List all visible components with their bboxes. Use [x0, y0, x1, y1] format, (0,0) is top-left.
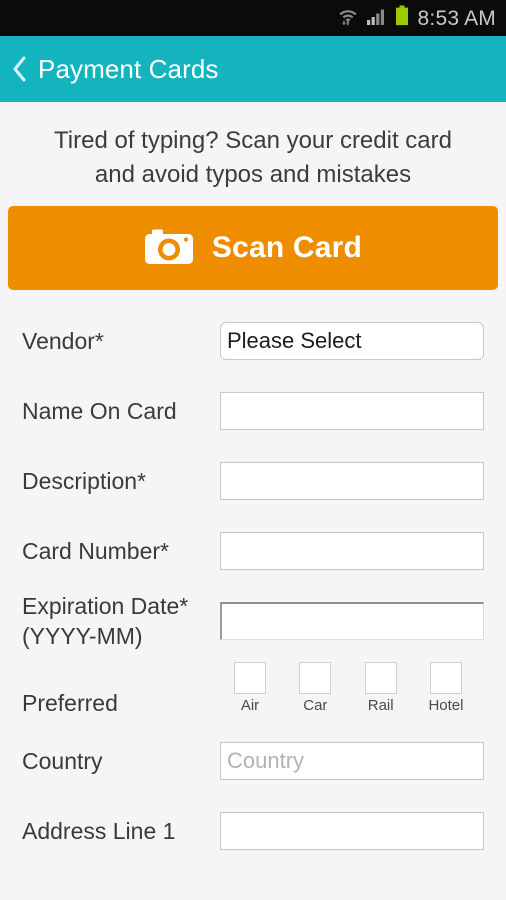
- status-bar: 8:53 AM: [0, 0, 506, 36]
- label-card-number-text: Card Number: [22, 538, 161, 564]
- label-description-text: Description: [22, 468, 138, 494]
- form-row-card-number: Card Number*: [8, 516, 498, 586]
- promo-line-2: and avoid typos and mistakes: [94, 161, 412, 188]
- label-preferred: Preferred: [22, 690, 118, 716]
- wifi-icon: [337, 5, 359, 32]
- scan-card-button[interactable]: Scan Card: [8, 206, 498, 290]
- country-input[interactable]: [220, 742, 484, 780]
- form-row-description: Description*: [8, 446, 498, 516]
- expiration-date-input[interactable]: [220, 602, 484, 640]
- checkbox-car[interactable]: [299, 662, 332, 694]
- preferred-option-hotel[interactable]: Hotel: [416, 662, 476, 714]
- name-on-card-input[interactable]: [220, 392, 484, 430]
- form-row-expiration-date: Expiration Date* (YYYY-MM): [8, 586, 498, 656]
- label-description: Description*: [22, 466, 220, 496]
- control-vendor: Please Select: [220, 322, 484, 360]
- label-vendor-text: Vendor: [22, 328, 95, 354]
- label-address-line-1: Address Line 1: [22, 818, 176, 844]
- checkbox-hotel-label: Hotel: [428, 697, 464, 714]
- control-card-number: [220, 532, 484, 570]
- form-row-preferred: Preferred Air Car Rail Hotel: [8, 656, 498, 726]
- label-expiration-date: Expiration Date* (YYYY-MM): [22, 591, 220, 651]
- control-description: [220, 462, 484, 500]
- label-expiration-date-text: Expiration Date: [22, 593, 180, 619]
- cellular-signal-icon: [366, 6, 388, 31]
- checkbox-rail-label: Rail: [367, 697, 394, 714]
- back-button[interactable]: [10, 54, 28, 84]
- preferred-option-rail[interactable]: Rail: [351, 662, 411, 714]
- page-title: Payment Cards: [38, 53, 219, 84]
- card-number-input[interactable]: [220, 532, 484, 570]
- preferred-option-car[interactable]: Car: [285, 662, 345, 714]
- checkbox-air[interactable]: [234, 662, 266, 694]
- form-content: Tired of typing? Scan your credit card a…: [0, 102, 506, 900]
- status-time: 8:53 AM: [417, 6, 496, 30]
- label-country: Country: [22, 748, 103, 774]
- checkbox-air-label: Air: [240, 697, 260, 714]
- required-marker-card-number: *: [160, 538, 169, 564]
- control-preferred: Air Car Rail Hotel: [220, 662, 484, 714]
- required-marker-description: *: [137, 468, 146, 494]
- control-address-line-1: [220, 812, 484, 850]
- address-line-1-input[interactable]: [220, 812, 484, 850]
- promo-text: Tired of typing? Scan your credit card a…: [8, 102, 498, 206]
- required-marker-vendor: *: [94, 328, 104, 354]
- checkbox-rail[interactable]: [364, 662, 397, 694]
- control-country: [220, 742, 484, 780]
- app-header: Payment Cards: [0, 36, 506, 102]
- camera-icon: [144, 227, 194, 270]
- form-row-country: Country: [8, 726, 498, 796]
- form-row-vendor: Vendor* Please Select: [8, 306, 498, 376]
- label-vendor: Vendor*: [22, 326, 220, 356]
- label-name-on-card: Name On Card: [22, 398, 177, 424]
- label-card-number: Card Number*: [22, 536, 220, 566]
- preferred-option-air[interactable]: Air: [220, 662, 280, 714]
- promo-line-1: Tired of typing? Scan your credit card: [54, 127, 452, 154]
- description-input[interactable]: [220, 462, 484, 500]
- preferred-checkbox-group: Air Car Rail Hotel: [220, 662, 484, 714]
- label-expiration-date-format: (YYYY-MM): [22, 623, 143, 649]
- checkbox-hotel[interactable]: [429, 662, 462, 694]
- required-marker-expiration-date: *: [179, 593, 189, 619]
- checkbox-car-label: Car: [303, 697, 328, 714]
- scan-card-label: Scan Card: [211, 231, 363, 264]
- form-row-name-on-card: Name On Card: [8, 376, 498, 446]
- control-name-on-card: [220, 392, 484, 430]
- battery-icon: [395, 5, 409, 32]
- form-row-address-line-1: Address Line 1: [8, 796, 498, 866]
- control-expiration-date: [220, 602, 484, 640]
- vendor-select[interactable]: Please Select: [220, 322, 484, 360]
- vendor-select-value: Please Select: [227, 328, 362, 353]
